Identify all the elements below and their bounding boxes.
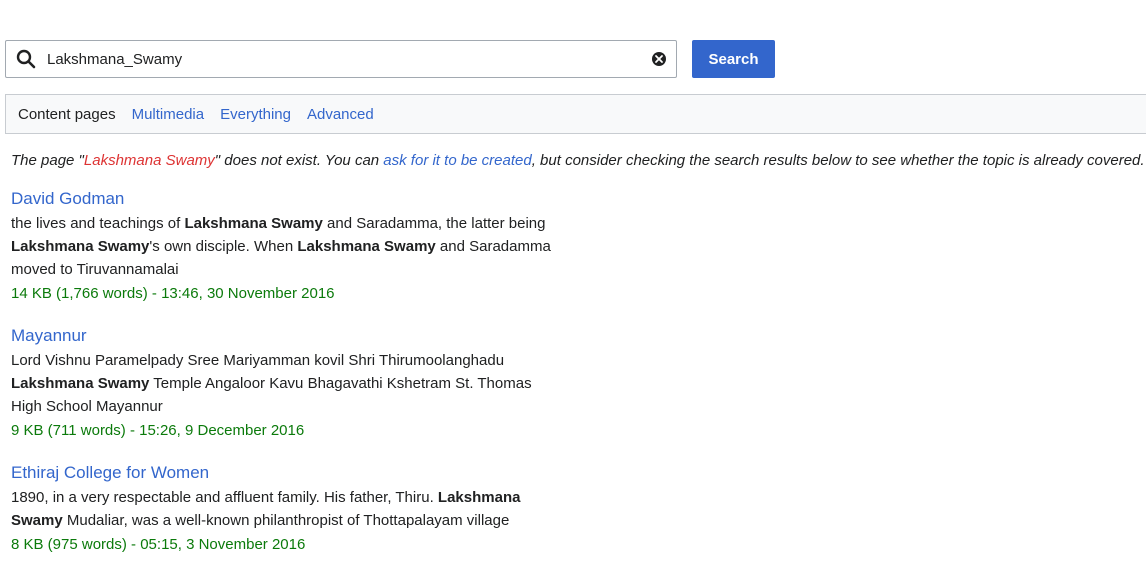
search-match-highlight: Lakshmana Swamy <box>184 215 323 232</box>
search-match-highlight: Lakshmana Swamy <box>297 238 436 255</box>
search-result: Mayannur Lord Vishnu Paramelpady Sree Ma… <box>11 325 571 442</box>
create-page-link[interactable]: ask for it to be created <box>383 152 531 169</box>
search-profile-tabs: Content pages Multimedia Everything Adva… <box>5 94 1146 134</box>
result-meta: 14 KB (1,766 words) - 13:46, 30 November… <box>11 285 335 302</box>
search-input-wrapper[interactable]: Lakshmana_Swamy <box>5 40 677 78</box>
search-row: Lakshmana_Swamy Search <box>5 40 775 78</box>
snippet-text: and Saradamma <box>435 238 551 255</box>
snippet-text: Lord Vishnu Paramelpady Sree Mariyamman … <box>11 352 505 369</box>
search-button[interactable]: Search <box>692 40 775 78</box>
result-title-link[interactable]: Ethiraj College for Women <box>11 462 209 484</box>
search-result: Ethiraj College for Women 1890, in a ver… <box>11 462 571 556</box>
missing-page-link[interactable]: Lakshmana Swamy <box>84 152 215 169</box>
tab-multimedia[interactable]: Multimedia <box>132 106 205 123</box>
snippet-text: the lives and teachings of <box>11 215 185 232</box>
notice-middle: " does not exist. You can <box>214 152 384 169</box>
search-results: David Godman the lives and teachings of … <box>11 188 571 576</box>
search-match-highlight: Swamy <box>11 512 63 529</box>
search-match-highlight: Lakshmana Swamy <box>11 238 150 255</box>
snippet-text: 's own disciple. When <box>149 238 298 255</box>
result-snippet: Lord Vishnu Paramelpady Sree Mariyamman … <box>11 349 571 418</box>
notice-prefix: The page " <box>11 152 84 169</box>
notice-suffix: , but consider checking the search resul… <box>531 152 1145 169</box>
page-not-exist-notice: The page "Lakshmana Swamy" does not exis… <box>11 152 1145 169</box>
snippet-text: Mudaliar, was a well-known philanthropis… <box>62 512 510 529</box>
tab-content-pages[interactable]: Content pages <box>18 106 116 123</box>
search-result: David Godman the lives and teachings of … <box>11 188 571 305</box>
snippet-text: and Saradamma, the latter being <box>322 215 546 232</box>
snippet-text: High School Mayannur <box>11 398 163 415</box>
snippet-text: 1890, in a very respectable and affluent… <box>11 489 438 506</box>
result-title-link[interactable]: David Godman <box>11 188 124 210</box>
result-snippet: 1890, in a very respectable and affluent… <box>11 486 571 532</box>
result-title-link[interactable]: Mayannur <box>11 325 87 347</box>
search-match-highlight: Lakshmana Swamy <box>11 375 150 392</box>
result-meta: 8 KB (975 words) - 05:15, 3 November 201… <box>11 536 306 553</box>
tab-everything[interactable]: Everything <box>220 106 291 123</box>
search-input[interactable]: Lakshmana_Swamy <box>46 51 642 68</box>
clear-icon[interactable] <box>642 51 676 67</box>
search-match-highlight: Lakshmana <box>437 489 521 506</box>
snippet-text: moved to Tiruvannamalai <box>11 261 179 278</box>
result-meta: 9 KB (711 words) - 15:26, 9 December 201… <box>11 422 305 439</box>
snippet-text: Temple Angaloor Kavu Bhagavathi Kshetram… <box>149 375 532 392</box>
result-snippet: the lives and teachings of Lakshmana Swa… <box>11 212 571 281</box>
tab-advanced[interactable]: Advanced <box>307 106 374 123</box>
search-icon <box>6 49 46 69</box>
